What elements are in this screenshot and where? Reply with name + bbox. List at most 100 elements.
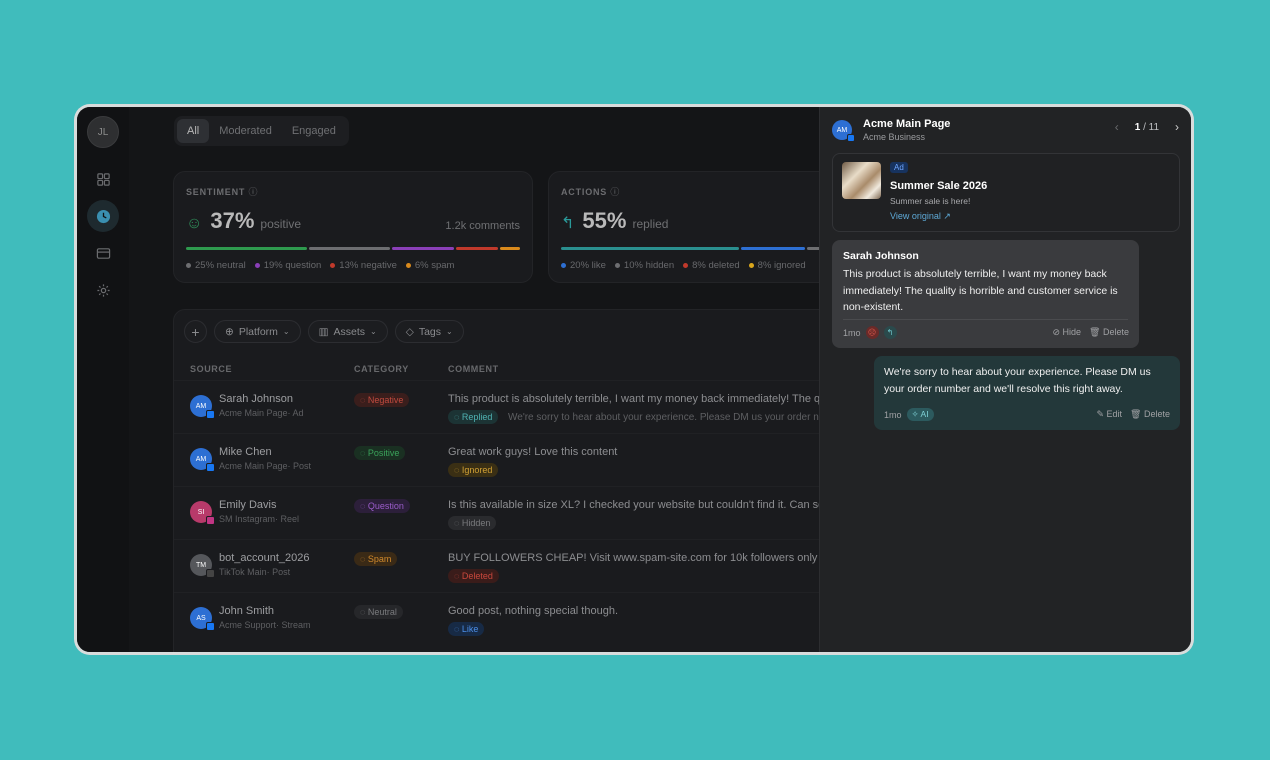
- ai-badge: ✧ AI: [906, 408, 934, 421]
- sidebar: JL: [77, 107, 129, 652]
- tag-icon: ◇: [405, 325, 414, 338]
- detail-panel: AM Acme Main Page Acme Business ‹ 1 / 11…: [819, 107, 1191, 652]
- actions-percent: 55%: [582, 208, 627, 233]
- pencil-icon: ✎: [1096, 409, 1104, 419]
- reply-arrow-icon: ↰: [561, 215, 575, 232]
- platform-icon: [206, 516, 215, 525]
- comment-meta: 1mo ☹ ↰: [843, 326, 897, 339]
- replied-icon: ↰: [883, 326, 897, 339]
- view-original-link[interactable]: View original ↗: [890, 211, 951, 222]
- platform-filter[interactable]: ⊕ Platform ⌄: [214, 320, 301, 343]
- comment-time: 1mo: [843, 327, 861, 338]
- actions-label: ACTIONS ⓘ: [561, 187, 621, 197]
- chart-icon: ▥: [318, 325, 329, 338]
- nav-card-icon[interactable]: [91, 241, 115, 265]
- bar-segment: [456, 247, 499, 250]
- sentiment-legend: 25% neutral 19% question 13% negative 6% sp…: [186, 260, 454, 271]
- filter-bar: + ⊕ Platform ⌄ ▥ Assets ⌄ ◇ Tags ⌄: [184, 320, 464, 343]
- comment-text: This product is absolutely terrible, I w…: [843, 268, 1118, 313]
- page-name: Acme Main Page: [863, 118, 951, 130]
- assets-filter-label: Assets: [333, 325, 366, 338]
- author-name: Mike Chen: [219, 446, 272, 458]
- actions-legend: 20% like 10% hidden 8% deleted 8% ignored: [561, 260, 806, 271]
- tab-all[interactable]: All: [177, 119, 210, 143]
- ad-thumbnail: [842, 162, 881, 199]
- platform-filter-label: Platform: [238, 325, 278, 338]
- source-label: TikTok Main· Post: [219, 567, 291, 577]
- tab-engaged[interactable]: Engaged: [282, 119, 346, 143]
- chevron-right-icon[interactable]: ›: [1175, 120, 1179, 134]
- page-avatar: AM: [832, 120, 855, 142]
- chevron-down-icon: ⌄: [370, 327, 377, 336]
- avatar: SI: [190, 501, 215, 525]
- author-name: bot_account_2026: [219, 552, 310, 564]
- trash-icon: 🗑: [1089, 327, 1101, 337]
- avatar: AS: [190, 607, 215, 631]
- reply-time: 1mo: [884, 409, 902, 420]
- sentiment-bar: [186, 247, 520, 250]
- user-avatar[interactable]: JL: [87, 116, 119, 148]
- category-badge: ◌ Positive: [354, 446, 406, 460]
- col-category[interactable]: CATEGORY: [354, 364, 409, 374]
- nav-dashboard-icon[interactable]: [91, 167, 115, 191]
- divider: [843, 319, 1128, 320]
- bar-segment: [740, 247, 806, 250]
- col-source[interactable]: SOURCE: [190, 364, 232, 374]
- legend-item: 19% question: [254, 260, 321, 271]
- pager: ‹ 1 / 11 ›: [1115, 120, 1179, 134]
- category-badge: ◌ Spam: [354, 552, 398, 566]
- delete-button[interactable]: 🗑 Delete: [1089, 327, 1129, 338]
- edit-button[interactable]: ✎ Edit: [1096, 409, 1122, 420]
- platform-icon: [206, 463, 215, 472]
- ad-badge: Ad: [890, 162, 908, 173]
- ad-title: Summer Sale 2026: [890, 180, 988, 192]
- negative-icon: ☹: [865, 326, 879, 339]
- chevron-left-icon[interactable]: ‹: [1115, 120, 1119, 134]
- chevron-down-icon: ⌄: [446, 327, 453, 336]
- source-label: SM Instagram· Reel: [219, 514, 300, 524]
- nav-clock-icon[interactable]: [87, 200, 119, 232]
- reply-text: We're sorry to hear about your experienc…: [884, 366, 1151, 395]
- tags-filter[interactable]: ◇ Tags ⌄: [394, 320, 464, 343]
- comment-count: 1.2k comments: [445, 220, 520, 232]
- eye-off-icon: ⊘: [1052, 327, 1060, 337]
- tab-moderated[interactable]: Moderated: [209, 119, 282, 143]
- legend-item: 6% spam: [405, 260, 454, 271]
- legend-item: 13% negative: [330, 260, 397, 271]
- hide-button[interactable]: ⊘ Hide: [1052, 327, 1081, 338]
- category-badge: ◌ Negative: [354, 393, 410, 407]
- assets-filter[interactable]: ▥ Assets ⌄: [307, 320, 388, 343]
- platform-icon: [206, 410, 215, 419]
- legend-item: 10% hidden: [614, 260, 674, 271]
- status-badge: ◌ Replied: [448, 410, 499, 424]
- platform-icon: [206, 622, 215, 631]
- comment-text: Great work guys! Love this content: [448, 446, 618, 458]
- delete-reply-button[interactable]: 🗑 Delete: [1130, 409, 1170, 420]
- comment-text: Good post, nothing special though.: [448, 605, 619, 617]
- category-badge: ◌ Neutral: [354, 605, 403, 619]
- sentiment-sub: positive: [260, 217, 302, 231]
- page-avatar-initials: AM: [836, 126, 848, 134]
- author-name: John Smith: [219, 605, 275, 617]
- add-filter-button[interactable]: +: [184, 320, 207, 343]
- nav-settings-icon[interactable]: [91, 278, 115, 302]
- sentiment-card: SENTIMENT ⓘ ☺ 37% positive 1.2k comments…: [173, 171, 533, 283]
- avatar: TM: [190, 554, 215, 578]
- sentiment-summary: ☺ 37% positive: [186, 208, 301, 234]
- reply-bubble: We're sorry to hear about your experienc…: [874, 356, 1180, 430]
- reply-actions: ✎ Edit 🗑 Delete: [1096, 409, 1170, 420]
- facebook-icon: [847, 134, 855, 142]
- status-badge: ◌ Hidden: [448, 516, 497, 530]
- status-badge: ◌ Deleted: [448, 569, 499, 583]
- legend-item: 20% like: [561, 260, 606, 271]
- comment-author: Sarah Johnson: [843, 250, 919, 262]
- bar-segment: [308, 247, 391, 250]
- col-comment[interactable]: COMMENT: [448, 364, 499, 374]
- external-link-icon: ↗: [943, 211, 951, 221]
- source-label: Acme Main Page· Post: [219, 461, 312, 471]
- comment-bubble: Sarah Johnson This product is absolutely…: [832, 240, 1139, 348]
- app-window: JL All Moderated Engaged SENTIMENT ⓘ ☺ 3…: [74, 104, 1194, 655]
- filter-tabs: All Moderated Engaged: [174, 116, 349, 146]
- author-name: Emily Davis: [219, 499, 277, 511]
- page-subtitle: Acme Business: [863, 132, 926, 142]
